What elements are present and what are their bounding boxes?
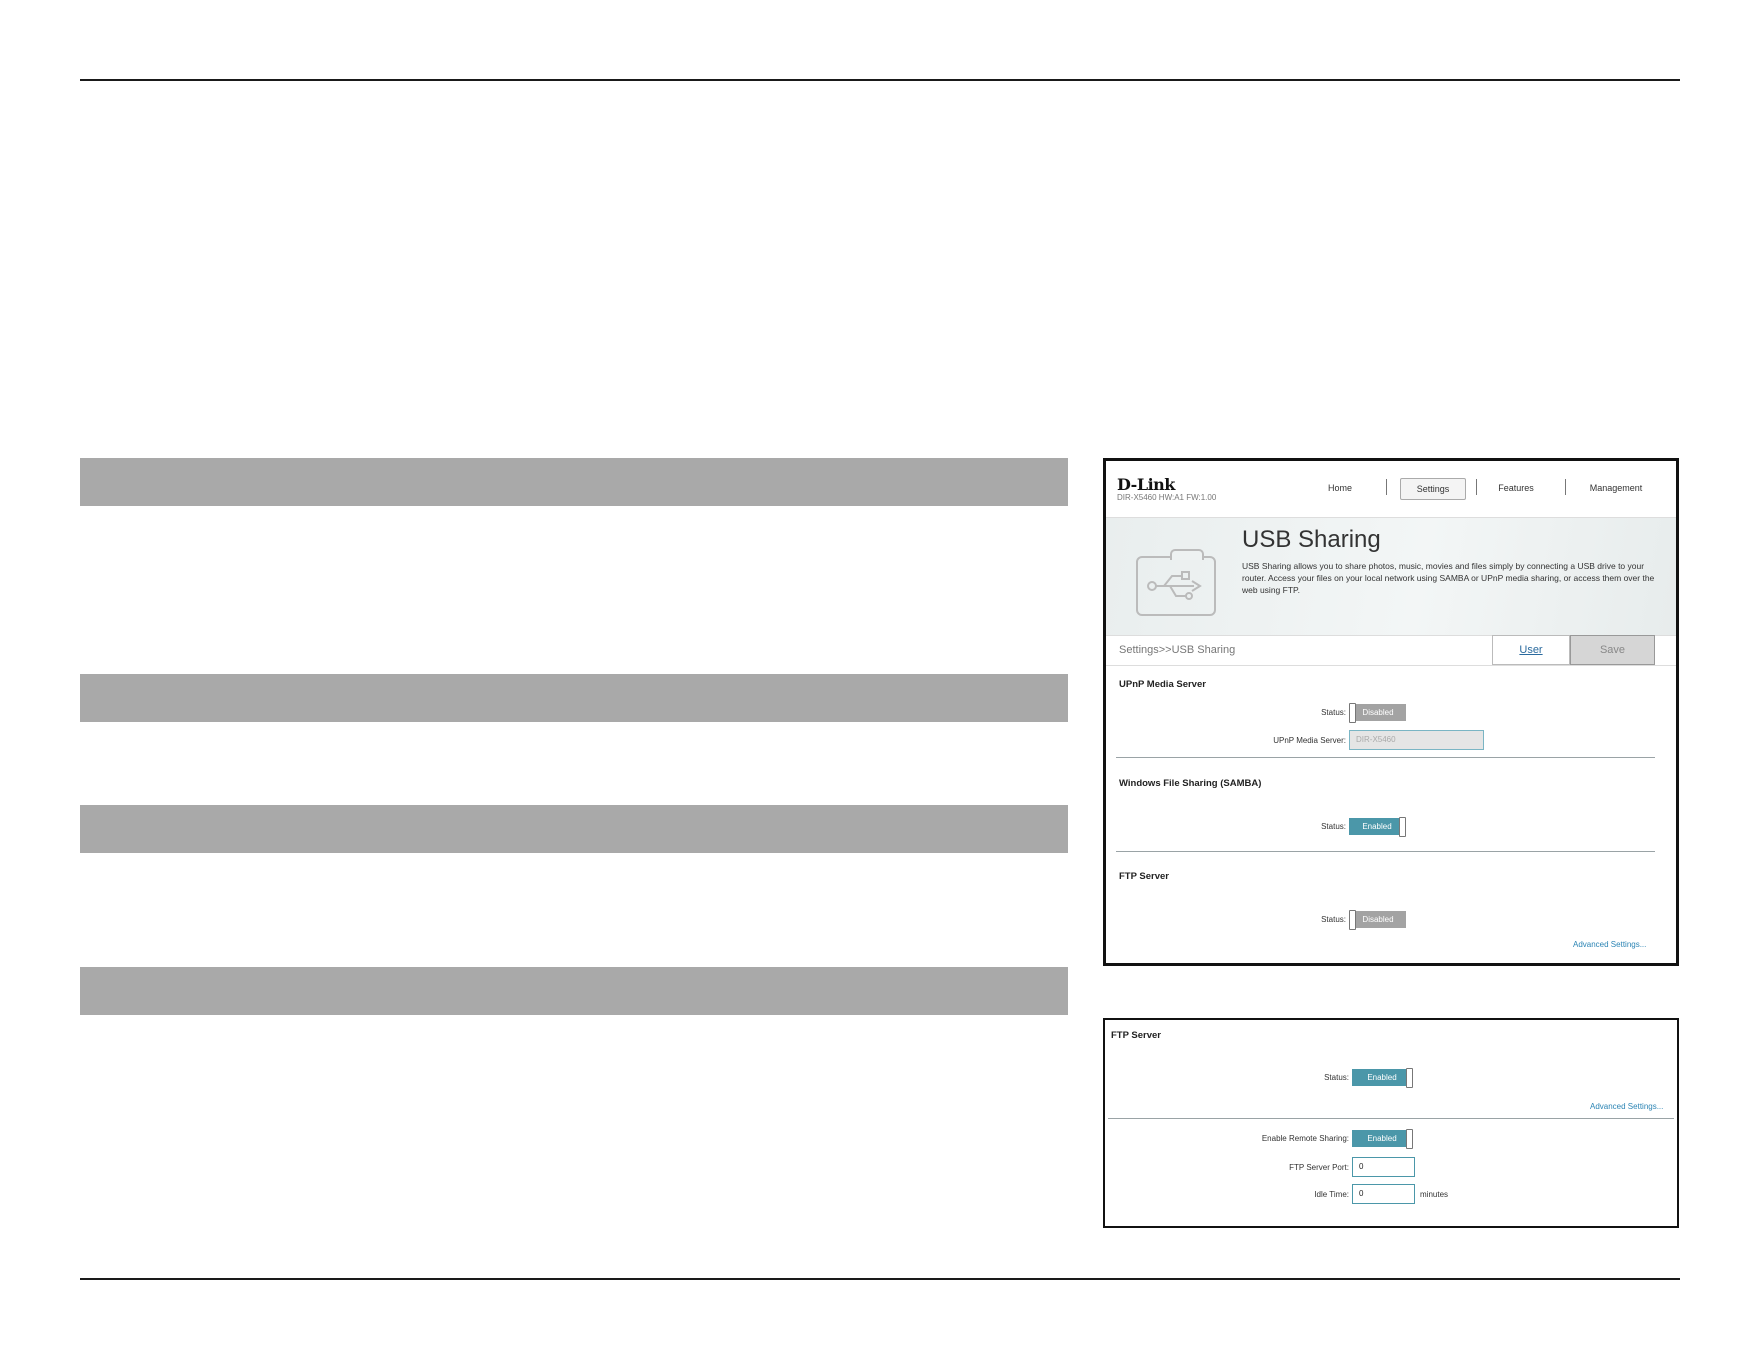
usb-sharing-screenshot: D-Link DIR-X5460 HW:A1 FW:1.00 Home Sett… — [1103, 458, 1679, 966]
upnp-status-label: Status: — [1321, 708, 1346, 717]
toggle-knob — [1349, 910, 1356, 930]
ftp-section-title: FTP Server — [1111, 1030, 1161, 1041]
remote-sharing-value: Enabled — [1367, 1134, 1397, 1143]
section-divider — [1116, 757, 1655, 758]
nav-separator — [1565, 479, 1566, 495]
ftp-status-toggle[interactable]: Disabled — [1349, 910, 1406, 930]
advanced-settings-link[interactable]: Advanced Settings... — [1573, 940, 1646, 949]
section-divider — [1108, 1118, 1674, 1119]
idle-time-input[interactable]: 0 — [1352, 1184, 1415, 1204]
section-header-bar-4 — [80, 967, 1068, 1015]
toggle-knob — [1406, 1129, 1413, 1149]
idle-time-unit: minutes — [1420, 1190, 1449, 1199]
nav-separator — [1386, 479, 1387, 495]
remote-sharing-label: Enable Remote Sharing: — [1261, 1134, 1349, 1143]
ftp-port-label: FTP Server Port: — [1289, 1163, 1349, 1172]
page-bottom-rule — [80, 1278, 1680, 1280]
advanced-settings-link[interactable]: Advanced Settings... — [1590, 1102, 1663, 1111]
toggle-knob — [1349, 703, 1356, 723]
nav-features[interactable]: Features — [1488, 478, 1544, 498]
ftp-server-screenshot: FTP Server Status: Enabled Advanced Sett… — [1103, 1018, 1679, 1228]
section-header-bar-3 — [80, 805, 1068, 853]
model-info: DIR-X5460 HW:A1 FW:1.00 — [1117, 493, 1217, 502]
samba-status-label: Status: — [1321, 822, 1346, 831]
toggle-knob — [1399, 817, 1406, 837]
ftp-status-value: Disabled — [1362, 915, 1394, 924]
ftp-section-title: FTP Server — [1119, 871, 1169, 882]
ftp-status-label: Status: — [1324, 1073, 1349, 1082]
ftp-status-label: Status: — [1321, 915, 1346, 924]
section-divider — [1116, 851, 1655, 852]
upnp-server-label: UPnP Media Server: — [1273, 736, 1346, 745]
user-button[interactable]: User — [1492, 635, 1570, 665]
nav-home[interactable]: Home — [1318, 478, 1362, 498]
ftp-port-input[interactable]: 0 — [1352, 1157, 1415, 1177]
router-header: D-Link DIR-X5460 HW:A1 FW:1.00 Home Sett… — [1106, 461, 1676, 518]
dlink-logo: D-Link — [1117, 475, 1175, 494]
toggle-knob — [1406, 1068, 1413, 1088]
samba-section-title: Windows File Sharing (SAMBA) — [1119, 778, 1262, 789]
idle-time-label: Idle Time: — [1314, 1190, 1349, 1199]
samba-status-toggle[interactable]: Enabled — [1349, 817, 1406, 837]
upnp-status-toggle[interactable]: Disabled — [1349, 703, 1406, 723]
remote-sharing-toggle[interactable]: Enabled — [1352, 1129, 1413, 1149]
save-button[interactable]: Save — [1570, 635, 1655, 665]
upnp-server-input[interactable]: DIR-X5460 — [1349, 730, 1484, 750]
nav-settings[interactable]: Settings — [1400, 478, 1466, 500]
page-title: USB Sharing — [1242, 526, 1381, 553]
nav-separator — [1476, 479, 1477, 495]
toolbar-row: Settings>>USB Sharing User Save — [1106, 635, 1676, 666]
ftp-status-toggle[interactable]: Enabled — [1352, 1068, 1413, 1088]
section-header-bar-2 — [80, 674, 1068, 722]
page-top-rule — [80, 79, 1680, 81]
page-banner: USB Sharing USB Sharing allows you to sh… — [1106, 518, 1676, 636]
page-description: USB Sharing allows you to share photos, … — [1242, 561, 1655, 595]
section-header-bar-1 — [80, 458, 1068, 506]
upnp-section-title: UPnP Media Server — [1119, 679, 1206, 690]
nav-management[interactable]: Management — [1576, 478, 1656, 498]
samba-status-value: Enabled — [1362, 822, 1392, 831]
ftp-status-value: Enabled — [1367, 1073, 1397, 1082]
upnp-status-value: Disabled — [1362, 708, 1394, 717]
breadcrumb: Settings>>USB Sharing — [1119, 644, 1236, 656]
usb-folder-icon — [1136, 549, 1216, 616]
